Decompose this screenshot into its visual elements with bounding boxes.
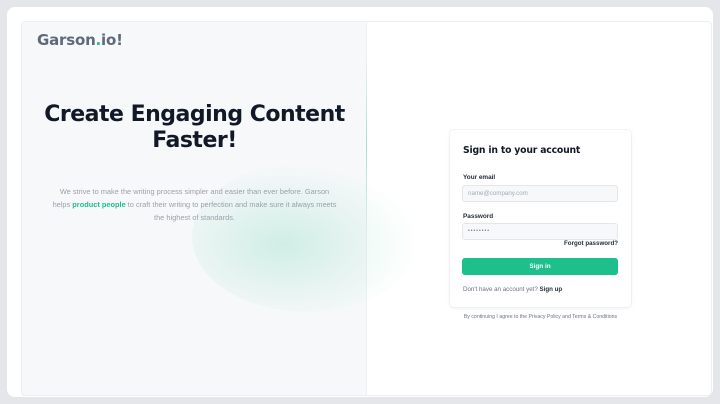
password-input[interactable]: ••••••••	[462, 223, 618, 240]
signup-link[interactable]: Sign up	[540, 286, 563, 293]
brand-name-suffix: io!	[101, 31, 123, 49]
terms-notice: By continuing I agree to the Privacy Pol…	[463, 314, 618, 320]
signin-card: Sign in to your account Your email Passw…	[450, 130, 631, 307]
email-input[interactable]	[462, 185, 618, 202]
tagline-text-end: to craft their writing to perfection and…	[125, 200, 337, 222]
no-account-text: Don't have an account yet?	[463, 286, 538, 293]
brand-logo[interactable]: Garson.io!	[37, 31, 123, 49]
signin-button[interactable]: Sign in	[462, 258, 618, 275]
signin-title: Sign in to your account	[463, 145, 581, 156]
hero-headline: Create Engaging Content Faster!	[44, 102, 345, 153]
forgot-password-link[interactable]: Forgot password?	[564, 240, 618, 247]
tagline-highlight: product people	[72, 200, 126, 209]
brand-name-prefix: Garson	[37, 31, 96, 49]
page-frame: Garson.io! Create Engaging Content Faste…	[21, 21, 712, 396]
password-label: Password	[463, 213, 494, 220]
hero-panel: Garson.io! Create Engaging Content Faste…	[22, 22, 422, 395]
hero-tagline: We strive to make the writing process si…	[52, 185, 337, 224]
app-window: Garson.io! Create Engaging Content Faste…	[7, 7, 713, 397]
divider-accent-line	[366, 56, 367, 234]
email-label: Your email	[463, 174, 496, 181]
signup-prompt: Don't have an account yet? Sign up	[463, 286, 562, 293]
